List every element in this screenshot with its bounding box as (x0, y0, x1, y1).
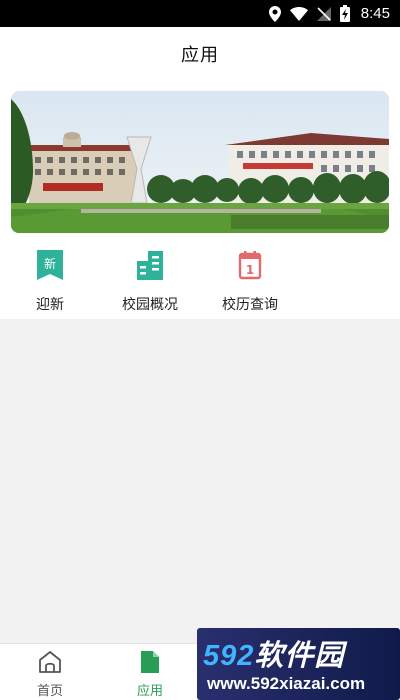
apps-panel: 新 迎新 校园概况 1 校历查询 (0, 81, 400, 319)
campus-banner-image[interactable] (11, 91, 389, 233)
no-signal-icon (316, 6, 331, 21)
nav-item-home[interactable]: 首页 (0, 644, 100, 700)
app-label: 迎新 (36, 297, 64, 313)
svg-text:新: 新 (44, 256, 56, 271)
status-bar: 8:45 (0, 0, 400, 27)
page-title: 应用 (181, 45, 219, 66)
app-label: 校历查询 (222, 297, 278, 313)
calendar-icon: 1 (236, 249, 264, 281)
app-item-campus-overview[interactable]: 校园概况 (100, 249, 200, 313)
watermark-brand: 592软件园 (203, 640, 345, 672)
app-header: 应用 (0, 27, 400, 81)
app-label: 校园概况 (122, 297, 178, 313)
svg-text:1: 1 (246, 263, 254, 277)
app-item-school-calendar[interactable]: 1 校历查询 (200, 249, 300, 313)
watermark-url: www.592xiazai.com (207, 674, 366, 693)
battery-charging-icon (339, 5, 350, 22)
nav-label: 首页 (36, 684, 63, 699)
app-grid: 新 迎新 校园概况 1 校历查询 (0, 249, 400, 313)
wifi-icon (289, 6, 308, 21)
home-icon (38, 650, 62, 674)
location-icon (268, 5, 281, 22)
nav-item-apps[interactable]: 应用 (100, 644, 200, 700)
app-item-welcome[interactable]: 新 迎新 (0, 249, 100, 313)
nav-label: 应用 (136, 684, 163, 699)
buildings-icon (136, 249, 164, 281)
site-watermark: 592软件园 www.592xiazai.com (197, 628, 400, 700)
new-student-icon: 新 (36, 249, 64, 281)
status-time: 8:45 (360, 5, 390, 22)
document-icon (138, 650, 162, 674)
